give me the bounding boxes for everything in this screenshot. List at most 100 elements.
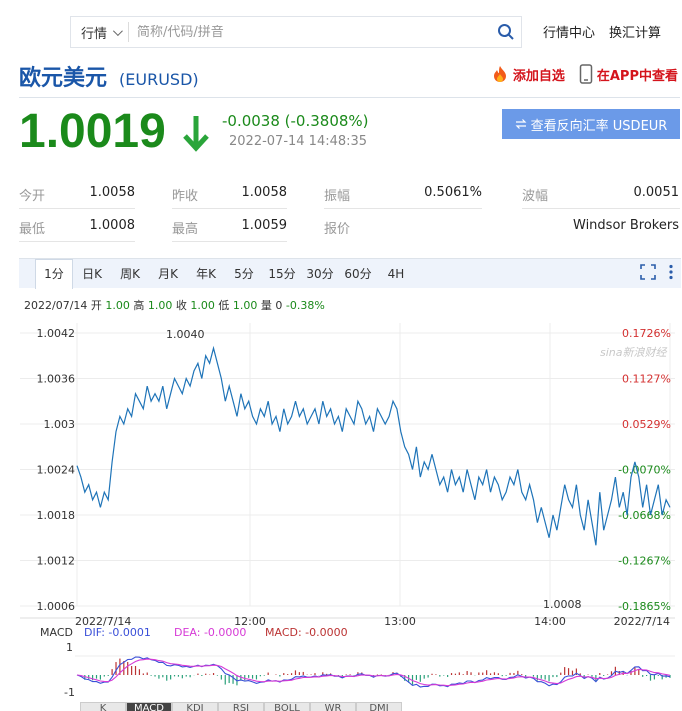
y-tick-label: 1.0036 (37, 373, 76, 386)
fullscreen-icon[interactable] (640, 264, 656, 280)
max-label: 1.0040 (166, 328, 205, 341)
search-type-label: 行情 (81, 26, 108, 42)
more-icon[interactable] (668, 264, 674, 280)
stats-row: 最低 1.0008 最高 1.0059 报价 Windsor Brokers (19, 209, 681, 242)
ohlc-date: 2022/07/14 (24, 299, 88, 312)
y-tick-label: 1.0042 (37, 327, 76, 340)
indicator-tab[interactable]: RSI (218, 702, 264, 711)
indicator-tab[interactable]: KDJ (172, 702, 218, 711)
stat-value: Windsor Brokers (573, 218, 679, 233)
search-button[interactable] (491, 17, 521, 47)
macd-value: MACD: -0.0000 (265, 626, 348, 639)
stat-label: 最低 (19, 222, 46, 237)
y-tick-label: 1.0018 (37, 509, 76, 522)
chart-tools (640, 264, 674, 280)
ohlc-high-label: 高 (133, 299, 145, 312)
tab-30min[interactable]: 30分 (301, 260, 339, 288)
ohlc-vol: 0 (275, 299, 283, 312)
add-watchlist-label: 添加自选 (512, 68, 565, 84)
tab-week[interactable]: 周K (111, 260, 149, 288)
min-label: 1.0008 (543, 598, 582, 611)
pair-code: (EURUSD) (119, 70, 199, 89)
arrow-down-icon (183, 116, 209, 152)
stat-label: 波幅 (522, 189, 549, 204)
indicator-tab[interactable]: BOLL (264, 702, 310, 711)
price-chart[interactable]: sina新浪财经 1.0042 1.0036 1.003 1.0024 1.0018 1.… (0, 318, 682, 702)
indicator-tab[interactable]: MACD (126, 702, 172, 711)
indicator-tab[interactable]: WR (310, 702, 356, 711)
macd-ytop: 1 (66, 641, 73, 654)
reverse-rate-button[interactable]: 查看反向汇率 USDEUR (502, 109, 680, 139)
y-tick-label: 1.0024 (37, 464, 76, 477)
ohlc-low: 1.00 (232, 299, 258, 312)
view-in-app-button[interactable]: 在APP中查看 (579, 64, 678, 84)
x-tick-label: 14:00 (534, 615, 566, 628)
macd-dif: DIF: -0.0001 (84, 626, 151, 639)
page-title: 欧元美元 (EURUSD) (19, 60, 199, 92)
x-axis-ticks: 2022/7/14 12:00 13:00 14:00 2022/7/14 (75, 615, 670, 628)
ohlc-low-label: 低 (218, 299, 230, 312)
indicator-tab[interactable]: K (80, 702, 126, 711)
ohlc-vol-label: 量 (260, 299, 272, 312)
fx-calculator-link[interactable]: 换汇计算 (609, 22, 661, 41)
x-tick-label: 13:00 (384, 615, 416, 628)
tab-day[interactable]: 日K (73, 260, 111, 288)
ohlc-high: 1.00 (147, 299, 173, 312)
divider (19, 241, 135, 242)
stat-label: 今开 (19, 189, 46, 204)
current-price: 1.0019 (19, 105, 166, 158)
macd-dea: DEA: -0.0000 (174, 626, 246, 639)
stats-row: 今开 1.0058 昨收 1.0058 振幅 0.5061% 波幅 0.0051 (19, 176, 681, 209)
stat-value: 1.0058 (89, 185, 136, 200)
indicator-tab[interactable]: DMI (356, 702, 402, 711)
search-input[interactable] (129, 24, 491, 40)
ohlc-close-label: 收 (175, 299, 187, 312)
dea-line (76, 658, 671, 687)
stats-table: 今开 1.0058 昨收 1.0058 振幅 0.5061% 波幅 0.0051… (19, 176, 681, 242)
stat-label: 最高 (172, 222, 199, 237)
chart-watermark: sina新浪财经 (600, 346, 667, 359)
price-change: -0.0038 (-0.3808%) (222, 112, 369, 130)
pct-tick-label: 0.1127% (622, 373, 671, 386)
pct-tick-label: 0.0529% (622, 418, 671, 431)
top-links: 行情中心 换汇计算 (543, 22, 661, 41)
macd-ybottom: -1 (64, 686, 75, 699)
divider (19, 97, 680, 98)
pct-tick-label: -0.1865% (618, 600, 671, 613)
phone-icon (579, 64, 593, 84)
tab-4h[interactable]: 4H (377, 260, 415, 288)
pair-name: 欧元美元 (19, 66, 108, 91)
tab-1min[interactable]: 1分 (35, 258, 73, 289)
tab-60min[interactable]: 60分 (339, 260, 377, 288)
reverse-rate-label: 查看反向汇率 USDEUR (530, 118, 668, 134)
title-links: 添加自选 在APP中查看 (491, 64, 678, 84)
y-tick-label: 1.003 (44, 418, 76, 431)
y-axis-ticks: 1.0042 1.0036 1.003 1.0024 1.0018 1.0012 1.000… (37, 327, 76, 613)
tab-year[interactable]: 年K (187, 260, 225, 288)
quote-time: 2022-07-14 14:48:35 (229, 134, 368, 149)
tab-15min[interactable]: 15分 (263, 260, 301, 288)
pct-tick-label: -0.0070% (618, 464, 671, 477)
y-tick-label: 1.0006 (37, 600, 76, 613)
stat-value: 1.0008 (89, 218, 136, 233)
ohlc-close: 1.00 (190, 299, 215, 312)
tab-5min[interactable]: 5分 (225, 260, 263, 288)
x-tick-label: 2022/7/14 (614, 615, 670, 628)
macd-label: MACD (40, 626, 73, 639)
indicator-tabs: K MACD KDJ RSI BOLL WR DMI (80, 702, 402, 711)
chart-period-tabs: 1分 日K 周K 月K 年K 5分 15分 30分 60分 4H (19, 258, 681, 289)
ohlc-open-label: 开 (90, 299, 102, 312)
stat-label: 振幅 (324, 189, 351, 204)
add-watchlist-button[interactable]: 添加自选 (491, 65, 565, 84)
ohlc-open: 1.00 (105, 299, 130, 312)
tab-month[interactable]: 月K (149, 260, 187, 288)
search-bar: 行情 (70, 16, 522, 48)
stat-value: 1.0058 (241, 185, 288, 200)
search-type-select[interactable]: 行情 (71, 22, 130, 42)
stat-value: 0.0051 (633, 185, 680, 200)
stat-value: 0.5061% (424, 185, 482, 200)
pct-tick-label: 0.1726% (622, 327, 671, 340)
market-center-link[interactable]: 行情中心 (543, 22, 595, 41)
pct-tick-label: -0.1267% (618, 555, 671, 568)
ohlc-pct: -0.38% (285, 299, 325, 312)
